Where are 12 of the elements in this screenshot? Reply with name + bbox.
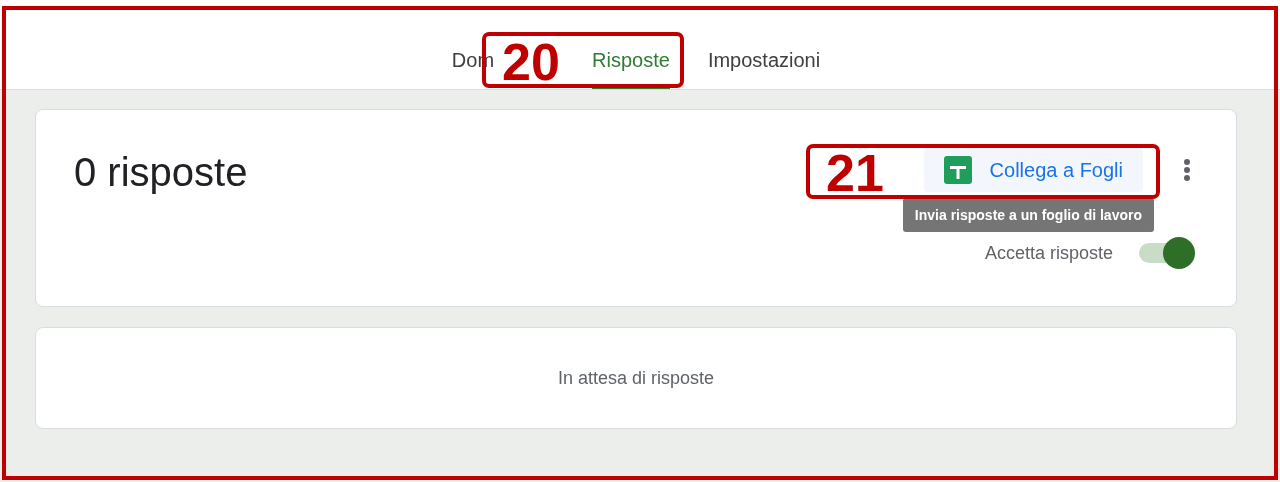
link-sheets-button[interactable]: Collega a Fogli — [923, 148, 1143, 192]
tab[interactable]: Risposte — [592, 35, 670, 89]
callout-number: 21 — [826, 147, 884, 199]
tab[interactable]: Impostazioni — [707, 35, 821, 89]
tooltip: Invia risposte a un foglio di lavoro — [902, 198, 1154, 232]
callout-number: 20 — [502, 36, 560, 88]
responses-count: 0 risposte — [74, 150, 248, 195]
waiting-message: In attesa di risposte — [557, 367, 715, 389]
more-options-icon[interactable] — [1183, 158, 1191, 182]
toggle-switch[interactable] — [1137, 236, 1197, 270]
accept-responses-label: Accetta risposte — [984, 242, 1113, 264]
spreadsheet-icon — [943, 156, 972, 184]
